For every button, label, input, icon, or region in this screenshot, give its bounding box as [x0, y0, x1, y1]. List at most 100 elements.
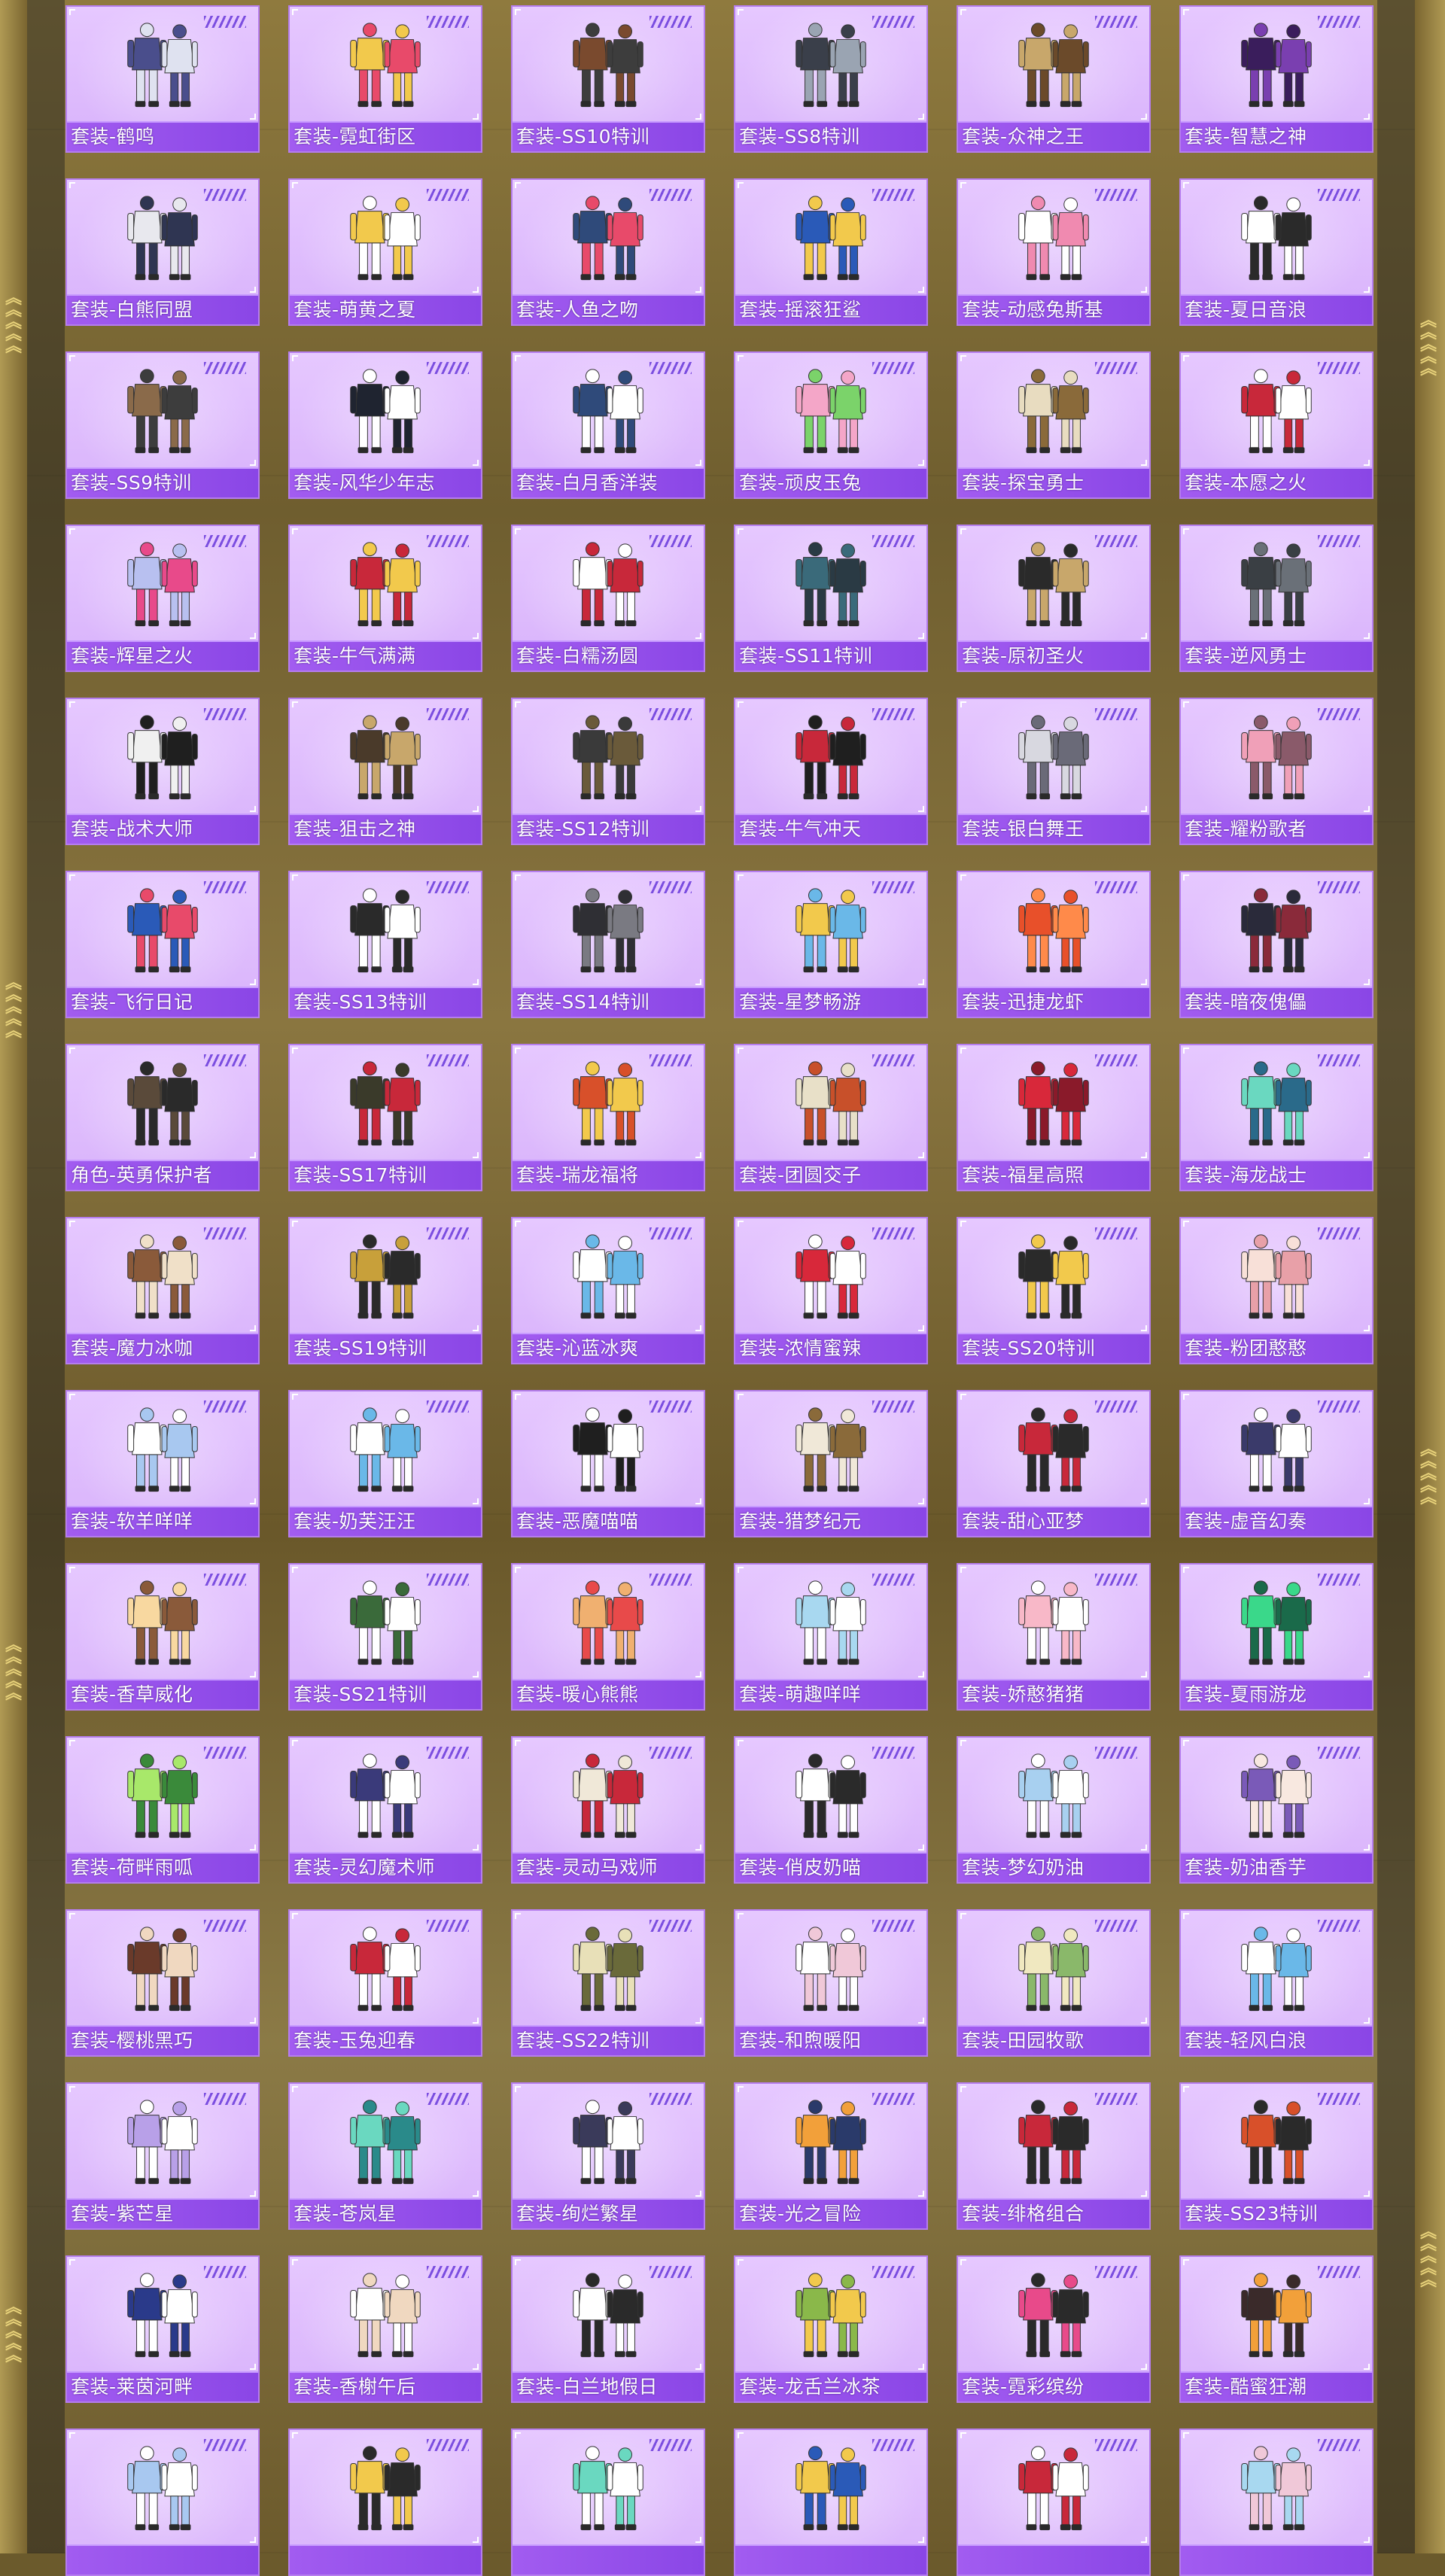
label-bar: 套装-SS19特训 [290, 1333, 481, 1363]
outfit-card[interactable]: 套装-原初圣火 [957, 525, 1151, 672]
outfit-card[interactable]: 套装-萌黄之夏 [288, 178, 482, 326]
outfit-card[interactable]: 套装-逆风勇士 [1179, 525, 1374, 672]
outfit-card[interactable]: 套装-娇憨猪猪 [957, 1563, 1151, 1711]
outfit-card[interactable]: 套装-银白舞王 [957, 698, 1151, 845]
outfit-card[interactable]: 套装-樱桃黑巧 [65, 1909, 260, 2057]
corner-decor [960, 874, 966, 880]
outfit-card[interactable]: 套装-鹤鸣 [65, 5, 260, 153]
outfit-card[interactable] [1179, 2428, 1374, 2576]
outfit-card[interactable]: 套装-SS14特训 [511, 871, 705, 1018]
outfit-card[interactable]: 套装-福星高照 [957, 1044, 1151, 1191]
outfit-card[interactable]: 套装-灵幻魔术师 [288, 1736, 482, 1884]
outfit-card[interactable]: 套装-霓彩缤纷 [957, 2255, 1151, 2403]
outfit-card[interactable]: 套装-和煦暖阳 [734, 1909, 928, 2057]
outfit-card[interactable]: 套装-摇滚狂鲨 [734, 178, 928, 326]
outfit-card[interactable]: 套装-沁蓝冰爽 [511, 1217, 705, 1364]
outfit-card[interactable]: 套装-粉团憨憨 [1179, 1217, 1374, 1364]
outfit-card[interactable]: 套装-苍岚星 [288, 2082, 482, 2230]
outfit-card[interactable]: 套装-SS11特训 [734, 525, 928, 672]
outfit-card[interactable]: 角色-英勇保护者 [65, 1044, 260, 1191]
outfit-card[interactable]: 套装-香榭午后 [288, 2255, 482, 2403]
outfit-card[interactable] [288, 2428, 482, 2576]
outfit-card[interactable]: 套装-辉星之火 [65, 525, 260, 672]
outfit-card[interactable]: 套装-萌趣咩咩 [734, 1563, 928, 1711]
outfit-card[interactable]: 套装-海龙战士 [1179, 1044, 1374, 1191]
outfit-card[interactable]: 套装-灵动马戏师 [511, 1736, 705, 1884]
outfit-card[interactable]: 套装-奶芙汪汪 [288, 1390, 482, 1537]
outfit-card[interactable]: 套装-软羊咩咩 [65, 1390, 260, 1537]
outfit-card[interactable]: 套装-暗夜傀儡 [1179, 871, 1374, 1018]
outfit-card[interactable]: 套装-莱茵河畔 [65, 2255, 260, 2403]
outfit-card[interactable]: 套装-星梦畅游 [734, 871, 928, 1018]
outfit-card[interactable] [957, 2428, 1151, 2576]
outfit-card[interactable]: 套装-SS20特训 [957, 1217, 1151, 1364]
outfit-card[interactable]: 套装-白月香洋装 [511, 351, 705, 499]
outfit-card[interactable]: 套装-俏皮奶喵 [734, 1736, 928, 1884]
outfit-card[interactable]: 套装-甜心亚梦 [957, 1390, 1151, 1537]
outfit-card[interactable]: 套装-SS17特训 [288, 1044, 482, 1191]
outfit-card[interactable]: 套装-虚音幻奏 [1179, 1390, 1374, 1537]
corner-decor [1141, 1845, 1147, 1851]
outfit-card[interactable]: 套装-香草威化 [65, 1563, 260, 1711]
outfit-card[interactable]: 套装-绯格组合 [957, 2082, 1151, 2230]
outfit-card[interactable] [734, 2428, 928, 2576]
outfit-card[interactable]: 套装-轻风白浪 [1179, 1909, 1374, 2057]
label-bar: 套装-瑞龙福将 [513, 1160, 704, 1190]
outfit-card[interactable]: 套装-战术大师 [65, 698, 260, 845]
outfit-card[interactable]: 套装-暖心熊熊 [511, 1563, 705, 1711]
outfit-card[interactable] [511, 2428, 705, 2576]
outfit-card[interactable]: 套装-动感兔斯基 [957, 178, 1151, 326]
outfit-card[interactable]: 套装-SS10特训 [511, 5, 705, 153]
outfit-card[interactable]: 套装-紫芒星 [65, 2082, 260, 2230]
outfit-card[interactable]: 套装-梦幻奶油 [957, 1736, 1151, 1884]
outfit-card[interactable]: 套装-飞行日记 [65, 871, 260, 1018]
outfit-card[interactable]: 套装-迅捷龙虾 [957, 871, 1151, 1018]
outfit-card[interactable]: 套装-SS21特训 [288, 1563, 482, 1711]
outfit-card[interactable]: 套装-夏雨游龙 [1179, 1563, 1374, 1711]
outfit-card[interactable]: 套装-绚烂繁星 [511, 2082, 705, 2230]
outfit-card[interactable]: 套装-风华少年志 [288, 351, 482, 499]
outfit-card[interactable]: 套装-耀粉歌者 [1179, 698, 1374, 845]
outfit-card[interactable]: 套装-奶油香芋 [1179, 1736, 1374, 1884]
outfit-card[interactable]: 套装-探宝勇士 [957, 351, 1151, 499]
corner-decor [250, 114, 256, 120]
outfit-card[interactable]: 套装-顽皮玉兔 [734, 351, 928, 499]
outfit-card[interactable]: 套装-田园牧歌 [957, 1909, 1151, 2057]
corner-decor [69, 1394, 75, 1400]
outfit-card[interactable]: 套装-本愿之火 [1179, 351, 1374, 499]
outfit-card[interactable]: 套装-SS23特训 [1179, 2082, 1374, 2230]
outfit-card[interactable]: 套装-众神之王 [957, 5, 1151, 153]
outfit-card[interactable]: 套装-团圆交子 [734, 1044, 928, 1191]
outfit-card[interactable]: 套装-夏日音浪 [1179, 178, 1374, 326]
corner-decor [250, 1498, 256, 1504]
outfit-card[interactable]: 套装-霓虹街区 [288, 5, 482, 153]
outfit-card[interactable]: 套装-魔力冰咖 [65, 1217, 260, 1364]
label-bar: 套装-暗夜傀儡 [1181, 987, 1372, 1017]
outfit-card[interactable] [65, 2428, 260, 2576]
outfit-card[interactable]: 套装-人鱼之吻 [511, 178, 705, 326]
outfit-card[interactable]: 套装-酷蜜狂潮 [1179, 2255, 1374, 2403]
outfit-card[interactable]: 套装-智慧之神 [1179, 5, 1374, 153]
outfit-card[interactable]: 套装-瑞龙福将 [511, 1044, 705, 1191]
outfit-card[interactable]: 套装-龙舌兰冰茶 [734, 2255, 928, 2403]
outfit-card[interactable]: 套装-光之冒险 [734, 2082, 928, 2230]
outfit-card[interactable]: 套装-荷畔雨呱 [65, 1736, 260, 1884]
outfit-card[interactable]: 套装-白糯汤圆 [511, 525, 705, 672]
outfit-card[interactable]: 套装-恶魔喵喵 [511, 1390, 705, 1537]
outfit-card[interactable]: 套装-牛气冲天 [734, 698, 928, 845]
outfit-card[interactable]: 套装-猎梦纪元 [734, 1390, 928, 1537]
outfit-card[interactable]: 套装-SS12特训 [511, 698, 705, 845]
outfit-card[interactable]: 套装-白熊同盟 [65, 178, 260, 326]
outfit-card[interactable]: 套装-SS8特训 [734, 5, 928, 153]
outfit-card[interactable]: 套装-SS22特训 [511, 1909, 705, 2057]
outfit-card[interactable]: 套装-浓情蜜辣 [734, 1217, 928, 1364]
outfit-card[interactable]: 套装-SS13特训 [288, 871, 482, 1018]
outfit-card[interactable]: 套装-牛气满满 [288, 525, 482, 672]
outfit-card[interactable]: 套装-白兰地假日 [511, 2255, 705, 2403]
corner-decor [695, 806, 701, 812]
outfit-card[interactable]: 套装-SS9特训 [65, 351, 260, 499]
chevron-up-icon: ︽ [5, 337, 22, 356]
outfit-card[interactable]: 套装-玉兔迎春 [288, 1909, 482, 2057]
outfit-card[interactable]: 套装-SS19特训 [288, 1217, 482, 1364]
outfit-card[interactable]: 套装-狙击之神 [288, 698, 482, 845]
